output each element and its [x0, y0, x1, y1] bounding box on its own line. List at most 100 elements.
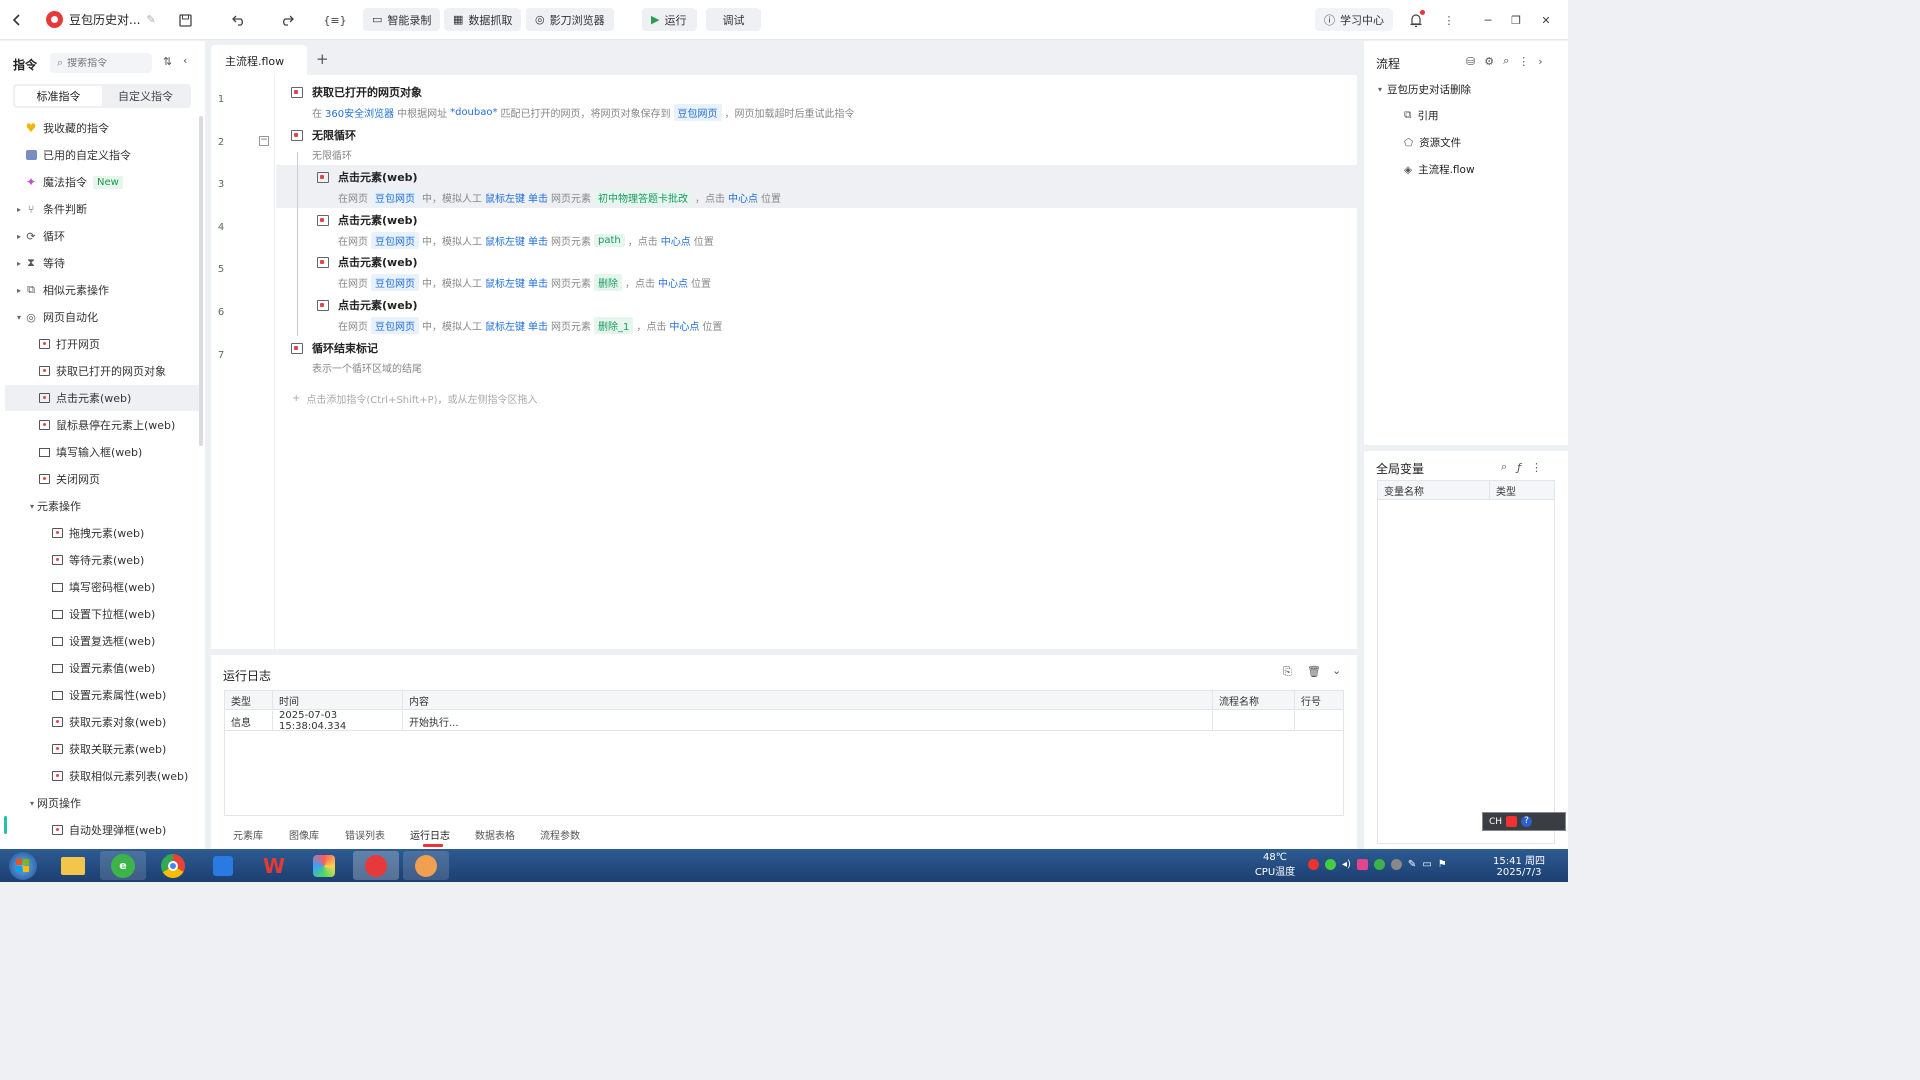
scrollbar[interactable] [199, 116, 203, 446]
back-icon[interactable] [8, 11, 26, 29]
param-value[interactable]: *doubao* [450, 107, 497, 118]
tree-item[interactable]: 设置复选框(web) [0, 628, 198, 654]
tray-icon-3[interactable] [1356, 859, 1368, 870]
collapse-right-icon[interactable]: › [1538, 55, 1542, 68]
param-value[interactable]: 鼠标左键 [485, 233, 525, 248]
bottom-tab[interactable]: 错误列表 [345, 827, 385, 842]
file-explorer-icon[interactable] [50, 851, 96, 880]
settings-icon[interactable]: ⚙ [1484, 55, 1494, 68]
tree-item[interactable]: ▾ ◎ 网页自动化 [0, 304, 198, 330]
search-box[interactable]: ⌕ [50, 53, 152, 73]
data-grab-button[interactable]: ▦ 数据抓取 [444, 8, 522, 31]
tree-item[interactable]: 获取元素对象(web) [0, 709, 198, 735]
volume-icon[interactable]: ◂) [1342, 859, 1351, 870]
flow-step[interactable]: 点击元素(web) 在网页 豆包网页 中，模拟人工 鼠标左键 单击 网页元素 path ，点击中… [276, 208, 1357, 251]
clear-log-icon[interactable]: 🗑 [1307, 665, 1321, 678]
collapse-log-icon[interactable]: ⌄ [1332, 664, 1341, 677]
tree-item[interactable]: ▾ 网页操作 [0, 790, 198, 816]
add-command-hint[interactable]: + 点击添加指令(Ctrl+Shift+P)，或从左侧指令区拖入 [292, 391, 538, 406]
variable-chip[interactable]: 豆包网页 [673, 104, 722, 121]
debug-button[interactable]: 调试 [706, 8, 761, 31]
app-list-icon[interactable] [200, 851, 246, 880]
param-value[interactable]: 中心点 [661, 233, 691, 248]
search-flow-icon[interactable]: ⌕ [1503, 54, 1509, 68]
expand-arrow-icon[interactable]: ▸ [14, 232, 24, 241]
element-chip[interactable]: path [594, 233, 625, 247]
bottom-tab[interactable]: 数据表格 [475, 827, 515, 842]
project-child-item[interactable]: ⬠ 资源文件 [1404, 135, 1461, 150]
learning-center-button[interactable]: ⓘ 学习中心 [1315, 8, 1393, 31]
chrome-icon[interactable] [150, 851, 196, 880]
tree-item[interactable]: ♥ 我收藏的指令 [0, 115, 198, 141]
colorful-app-icon[interactable] [301, 851, 347, 880]
tree-item[interactable]: ✦ 魔法指令 New [0, 169, 198, 195]
bottom-tab[interactable]: 流程参数 [540, 827, 580, 842]
variable-chip[interactable]: 豆包网页 [371, 317, 419, 334]
tree-item[interactable]: 已用的自定义指令 [0, 142, 198, 168]
bell-icon[interactable] [1407, 10, 1425, 29]
restore-icon[interactable]: ❐ [1507, 11, 1525, 29]
tree-item[interactable]: 获取关联元素(web) [0, 736, 198, 762]
variable-chip[interactable]: 豆包网页 [371, 189, 419, 207]
tray-icon-6[interactable]: ✎ [1408, 859, 1416, 870]
param-value[interactable]: 单击 [528, 233, 548, 248]
tree-item[interactable]: 等待元素(web) [0, 547, 198, 573]
search-input[interactable] [67, 57, 143, 69]
bottom-tab[interactable]: 图像库 [289, 827, 319, 842]
element-chip[interactable]: 删除_1 [594, 317, 634, 334]
tray-icon-2[interactable] [1325, 859, 1336, 870]
tree-item[interactable]: ▾ 元素操作 [0, 493, 198, 519]
browser-button[interactable]: ◎ 影刀浏览器 [526, 8, 614, 31]
tray-icon-1[interactable] [1308, 859, 1319, 870]
tree-item[interactable]: 设置元素属性(web) [0, 682, 198, 708]
variable-chip[interactable]: 豆包网页 [371, 231, 419, 249]
tree-item[interactable]: 拖拽元素(web) [0, 520, 198, 546]
param-value[interactable]: 鼠标左键 [485, 275, 525, 290]
ie-browser-icon[interactable]: e [100, 851, 146, 880]
variable-icon[interactable]: {≡} [323, 11, 346, 29]
new-flow-icon[interactable]: ⛁ [1466, 55, 1475, 68]
expand-arrow-icon[interactable]: ▸ [14, 259, 24, 268]
project-child-item[interactable]: ⧉ 引用 [1404, 108, 1439, 123]
yingdao-icon[interactable] [353, 851, 399, 880]
search-var-icon[interactable]: ⌕ [1501, 460, 1507, 474]
minimize-icon[interactable]: ─ [1479, 11, 1497, 29]
flow-step[interactable]: 点击元素(web) 在网页 豆包网页 中，模拟人工 鼠标左键 单击 网页元素 删除_1 ，点击中… [276, 293, 1357, 336]
param-value[interactable]: 中心点 [658, 275, 688, 290]
log-column-header[interactable]: 行号 [1295, 691, 1343, 710]
tree-item[interactable]: 关闭网页 [0, 466, 198, 492]
expand-arrow-icon[interactable]: ▾ [14, 313, 24, 322]
more-flow-icon[interactable]: ⋮ [1518, 55, 1529, 68]
undo-icon[interactable] [230, 11, 248, 29]
paint-icon[interactable] [403, 851, 449, 880]
tree-item[interactable]: ▸ ⧗ 等待 [0, 250, 198, 276]
smart-record-button[interactable]: ▭ 智能录制 [363, 8, 441, 31]
save-icon[interactable] [176, 11, 194, 29]
tree-item[interactable]: 设置下拉框(web) [0, 601, 198, 627]
tree-item[interactable]: 获取已打开的网页对象 [0, 358, 198, 384]
element-chip[interactable]: 删除 [594, 274, 622, 292]
collapse-panel-icon[interactable]: ‹ [183, 54, 187, 67]
run-button[interactable]: ▶ 运行 [642, 8, 697, 31]
start-button[interactable] [0, 851, 46, 880]
sort-icon[interactable]: ⇅ [163, 55, 172, 68]
param-value[interactable]: 单击 [528, 275, 548, 290]
param-value[interactable]: 单击 [528, 190, 548, 205]
element-chip[interactable]: 初中物理答题卡批改 [594, 189, 692, 207]
tree-item[interactable]: ▸ ⑂ 条件判断 [0, 196, 198, 222]
param-value[interactable]: 单击 [528, 318, 548, 333]
network-icon[interactable]: ▭ [1422, 859, 1431, 870]
bottom-tab[interactable]: 运行日志 [410, 827, 450, 842]
log-column-header[interactable]: 流程名称 [1213, 691, 1295, 710]
flow-step[interactable]: 点击元素(web) 在网页 豆包网页 中，模拟人工 鼠标左键 单击 网页元素 初中物理答题卡批… [276, 165, 1357, 208]
log-row[interactable]: 信息 2025-07-03 15:38:04.334 开始执行... [225, 710, 1343, 732]
clock[interactable]: 15:41 周四 2025/7/3 [1486, 852, 1552, 878]
log-column-header[interactable]: 时间 [273, 691, 403, 710]
tree-item[interactable]: 设置元素值(web) [0, 655, 198, 681]
param-value[interactable]: 中心点 [669, 318, 699, 333]
expand-arrow-icon[interactable]: ▾ [27, 799, 37, 808]
tray-icon-4[interactable] [1373, 859, 1385, 870]
project-node[interactable]: ▾ 豆包历史对话删除 [1378, 82, 1471, 97]
param-value[interactable]: 360安全浏览器 [325, 105, 394, 120]
more-var-icon[interactable]: ⋮ [1531, 461, 1542, 474]
